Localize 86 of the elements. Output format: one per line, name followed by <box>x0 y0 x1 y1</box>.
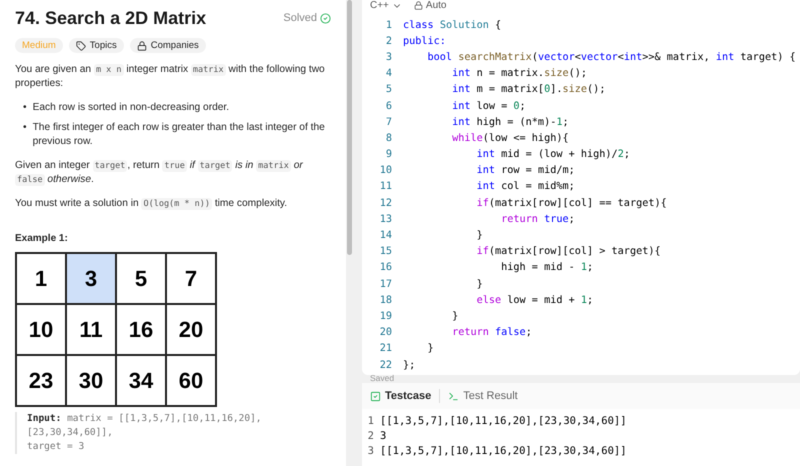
console-tab[interactable]: Testcase <box>370 390 432 402</box>
save-status: Saved <box>370 373 396 384</box>
line-number: 15 <box>378 246 393 258</box>
testcase-line: [[1,3,5,7],[10,11,16,20],[23,30,34,60]] <box>380 414 627 426</box>
code-line: }; <box>403 360 416 371</box>
code-line: int mid = (low + high)/2; <box>476 149 630 160</box>
line-number: 7 <box>384 116 393 128</box>
matrix-cell: 16 <box>116 304 166 355</box>
language-select[interactable]: C++ <box>370 0 402 11</box>
code-line: } <box>476 278 483 290</box>
line-number: 5 <box>384 84 393 96</box>
tag-icon <box>76 40 86 50</box>
line-number: 6 <box>384 100 393 112</box>
line-number: 3 <box>384 52 393 63</box>
code-line: if(matrix[row][col] > target){ <box>476 246 661 258</box>
matrix-cell: 11 <box>66 304 116 355</box>
description-text: Given an integer target , return true if target is in matrix or false otherwise. <box>15 159 304 187</box>
problem-title: 74. Search a 2D Matrix <box>15 8 206 28</box>
code-line: return true; <box>500 214 575 225</box>
code-line: int low = 0; <box>451 100 526 112</box>
code-line: return false; <box>451 327 532 338</box>
testcase-line: [[1,3,5,7],[10,11,16,20],[23,30,34,60]] <box>380 444 627 456</box>
line-number: 8 <box>384 132 393 144</box>
difficulty-badge: Medium <box>15 38 63 53</box>
matrix-cell: 5 <box>116 253 166 304</box>
auto-mode[interactable]: Auto <box>414 0 446 11</box>
matrix-cell: 7 <box>166 253 216 304</box>
line-number: 2 <box>366 430 374 442</box>
line-number: 12 <box>378 198 393 209</box>
code-line: int high = (n*m)-1; <box>451 116 569 128</box>
code-line: } <box>476 230 483 242</box>
code-line: while(low <= high){ <box>451 132 569 144</box>
code-line: high = mid - 1; <box>500 262 594 274</box>
code-line: } <box>426 343 434 354</box>
line-number: 4 <box>384 68 393 80</box>
code-line: bool searchMatrix(vector<vector<int>>& matrix, int target) { <box>426 52 796 63</box>
bullet-marker: • <box>23 121 27 135</box>
line-number: 19 <box>378 310 393 322</box>
line-number: 14 <box>378 230 393 242</box>
description-text: You must write a solution in O(log(m * n)) time complexity. <box>15 197 288 211</box>
line-number: 10 <box>378 165 393 176</box>
line-number: 21 <box>378 343 393 354</box>
checkbox-icon <box>370 390 381 402</box>
terminal-icon <box>448 390 460 402</box>
line-number: 20 <box>378 327 393 338</box>
bullet-item: The first integer of each row is greater than the last integer of the previous row. <box>32 121 326 149</box>
line-number: 18 <box>378 294 393 306</box>
code-line: } <box>451 310 458 322</box>
topics-button[interactable]: Topics <box>68 38 124 53</box>
lock-icon <box>414 1 423 10</box>
line-number: 1 <box>366 414 374 426</box>
line-number: 1 <box>384 20 393 31</box>
console-tab[interactable]: Test Result <box>448 390 518 402</box>
line-number: 13 <box>378 214 393 225</box>
example-heading: Example 1: <box>15 233 69 244</box>
code-line: int row = mid/m; <box>476 165 575 176</box>
line-number: 17 <box>378 278 393 290</box>
code-line: int n = matrix.size(); <box>451 68 588 80</box>
line-number: 2 <box>384 36 393 47</box>
code-line: if(matrix[row][col] == target){ <box>476 198 667 209</box>
matrix-cell: 23 <box>16 355 66 406</box>
matrix-cell: 30 <box>66 355 116 406</box>
description-text: You are given an m x n integer matrix matrix with the following two properties: <box>15 63 326 91</box>
bullet-item: Each row is sorted in non-decreasing order. <box>32 101 230 115</box>
matrix-cell: 34 <box>116 355 166 406</box>
bullet-marker: • <box>23 101 27 115</box>
line-number: 22 <box>378 360 393 371</box>
companies-button[interactable]: Companies <box>130 38 206 53</box>
solved-status: Solved <box>283 12 331 24</box>
matrix-cell: 60 <box>166 355 216 406</box>
line-number: 3 <box>366 444 374 456</box>
code-line: else low = mid + 1; <box>476 294 594 306</box>
code-line: class Solution { <box>403 20 502 31</box>
lock-icon <box>136 40 147 50</box>
matrix-cell: 3 <box>66 253 116 304</box>
matrix-cell: 10 <box>16 304 66 355</box>
line-number: 16 <box>378 262 393 274</box>
matrix-cell: 1 <box>16 253 66 304</box>
code-line: int col = mid%m; <box>476 181 575 192</box>
line-number: 9 <box>384 149 393 160</box>
testcase-line: 3 <box>380 430 386 442</box>
matrix-cell: 20 <box>166 304 216 355</box>
check-icon <box>320 12 331 24</box>
code-line: int m = matrix[0].size(); <box>451 84 606 96</box>
code-line: public: <box>403 36 446 47</box>
line-number: 11 <box>378 181 393 192</box>
